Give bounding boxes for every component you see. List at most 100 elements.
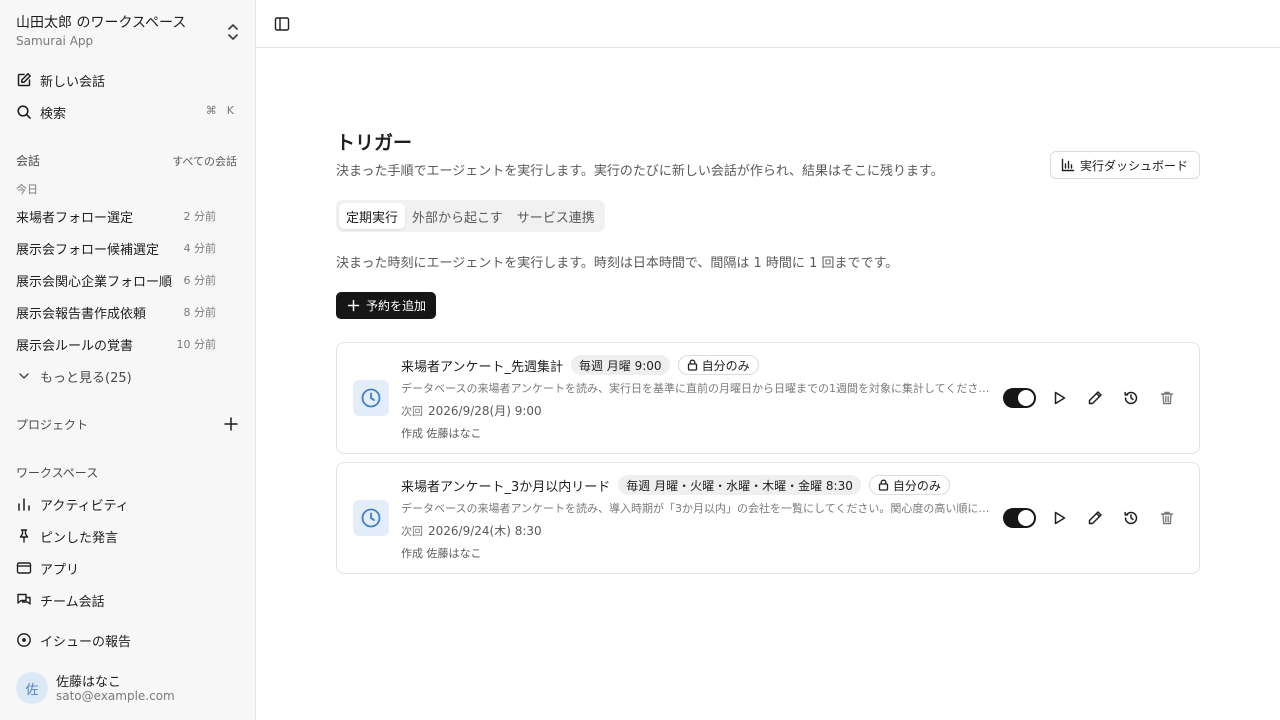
edit-button[interactable] <box>1085 388 1105 408</box>
chevron-down-icon <box>19 373 29 379</box>
conversation-age: 4 分前 <box>183 242 217 255</box>
visibility-label: 自分のみ <box>892 478 941 493</box>
conversation-age: 10 分前 <box>176 338 217 351</box>
conversation-title: 展示会報告書作成依頼 <box>16 307 147 322</box>
conversation-item[interactable]: 来場者フォロー選定 2 分前 <box>16 207 216 227</box>
trigger-name: 来場者アンケート_先週集計 <box>401 359 563 375</box>
next-run: 次回 2026/9/28(月) 9:00 <box>401 402 542 419</box>
trigger-owner: 作成 佐藤はなこ <box>401 547 482 560</box>
trigger-header: 来場者アンケート_先週集計 毎週 月曜 9:00 自分のみ <box>401 354 767 376</box>
avatar: 佐 <box>16 672 48 704</box>
add-schedule-label: 予約を追加 <box>366 299 427 313</box>
trash-icon <box>1160 511 1174 525</box>
run-now-button[interactable] <box>1049 388 1069 408</box>
tab-scheduled[interactable]: 定期実行 <box>339 203 406 229</box>
delete-button[interactable] <box>1157 388 1177 408</box>
sidebar-item-label: チーム会話 <box>40 594 105 610</box>
add-schedule-button[interactable]: 予約を追加 <box>336 292 437 319</box>
user-email: sato@example.com <box>56 689 175 703</box>
conversation-title: 展示会関心企業フォロー順 <box>16 275 172 290</box>
bar-chart-icon <box>16 496 32 512</box>
trigger-actions <box>1003 387 1177 409</box>
sidebar-item-team-chat[interactable]: チーム会話 <box>16 588 240 612</box>
trigger-card[interactable]: 来場者アンケート_3か月以内リード 毎週 月曜・火曜・水曜・木曜・金曜 8:30… <box>336 462 1200 574</box>
conversation-item[interactable]: 展示会ルールの覚書 10 分前 <box>16 335 216 355</box>
trigger-tabs: 定期実行 外部から起こす サービス連携 <box>336 200 605 232</box>
pin-icon <box>16 528 32 544</box>
show-more-label: もっと見る(25) <box>40 370 132 386</box>
today-group-label: 今日 <box>16 183 38 196</box>
page-description: 決まった手順でエージェントを実行します。実行のたびに新しい会話が作られ、結果はそ… <box>336 164 944 179</box>
sidebar-item-pinned[interactable]: ピンした発言 <box>16 524 240 548</box>
chevron-up-down-icon <box>228 24 238 40</box>
history-button[interactable] <box>1121 388 1141 408</box>
play-icon <box>1054 511 1066 525</box>
workspace-section-label: ワークスペース <box>16 466 99 480</box>
add-project-icon[interactable] <box>223 416 239 432</box>
enable-toggle[interactable] <box>1003 508 1036 528</box>
report-issue-button[interactable]: イシューの報告 <box>16 628 240 652</box>
run-now-button[interactable] <box>1049 508 1069 528</box>
issue-circle-icon <box>16 632 32 648</box>
trash-icon <box>1160 391 1174 405</box>
conversation-title: 来場者フォロー選定 <box>16 211 134 226</box>
sidebar-item-label: アプリ <box>40 562 80 578</box>
visibility-badge: 自分のみ <box>868 475 950 495</box>
clock-icon <box>353 380 389 416</box>
conversation-age: 6 分前 <box>183 274 217 287</box>
conversation-age: 2 分前 <box>183 210 217 223</box>
chat-bubbles-icon <box>16 592 32 608</box>
all-conversations-link[interactable]: すべての会話 <box>172 153 237 169</box>
history-button[interactable] <box>1121 508 1141 528</box>
tab-integrations[interactable]: サービス連携 <box>510 203 602 229</box>
visibility-badge: 自分のみ <box>677 355 759 375</box>
lock-icon <box>687 359 697 371</box>
sidebar-item-label: アクティビティ <box>40 498 129 514</box>
schedule-badge: 毎週 月曜 9:00 <box>570 355 670 375</box>
next-run-time: 2026/9/24(木) 8:30 <box>428 524 542 538</box>
run-dashboard-button[interactable]: 実行ダッシュボード <box>1049 151 1200 179</box>
play-icon <box>1054 391 1066 405</box>
next-run: 次回 2026/9/24(木) 8:30 <box>401 522 542 539</box>
edit-button[interactable] <box>1085 508 1105 528</box>
trigger-owner: 作成 佐藤はなこ <box>401 427 482 440</box>
delete-button[interactable] <box>1157 508 1177 528</box>
next-run-time: 2026/9/28(月) 9:00 <box>428 404 542 418</box>
enable-toggle[interactable] <box>1003 388 1036 408</box>
report-issue-label: イシューの報告 <box>40 634 132 650</box>
user-profile[interactable]: 佐 佐藤はなこ sato@example.com <box>16 670 240 706</box>
page-title: トリガー <box>336 132 413 154</box>
run-dashboard-label: 実行ダッシュボード <box>1079 158 1188 173</box>
trigger-actions <box>1003 507 1177 529</box>
trigger-card[interactable]: 来場者アンケート_先週集計 毎週 月曜 9:00 自分のみ データベースの来場者… <box>336 342 1200 454</box>
projects-section-label: プロジェクト <box>16 418 89 432</box>
search-button[interactable]: 検索 ⌘ K <box>16 100 240 124</box>
new-chat-button[interactable]: 新しい会話 <box>16 68 240 92</box>
app-window-icon <box>16 560 32 576</box>
sidebar-item-activity[interactable]: アクティビティ <box>16 492 240 516</box>
plus-icon <box>347 299 360 312</box>
visibility-label: 自分のみ <box>701 358 750 373</box>
conversation-item[interactable]: 展示会フォロー候補選定 4 分前 <box>16 239 216 259</box>
show-more-conversations[interactable]: もっと見る(25) <box>16 366 132 386</box>
pencil-icon <box>1088 511 1102 525</box>
toggle-knob <box>1018 510 1034 526</box>
conversation-item[interactable]: 展示会関心企業フォロー順 6 分前 <box>16 271 216 291</box>
conversation-title: 展示会ルールの覚書 <box>16 339 134 354</box>
conversations-section-label: 会話 <box>16 154 41 168</box>
conversation-item[interactable]: 展示会報告書作成依頼 8 分前 <box>16 303 216 323</box>
workspace-app-name: Samurai App <box>16 34 94 48</box>
trigger-description: データベースの来場者アンケートを読み、導入時期が「3か月以内」の会社を一覧にして… <box>401 502 990 515</box>
sidebar-item-apps[interactable]: アプリ <box>16 556 240 580</box>
conversation-age: 8 分前 <box>183 306 217 319</box>
next-run-label: 次回 <box>401 525 423 538</box>
history-icon <box>1124 511 1138 525</box>
workspace-name: 山田太郎 のワークスペース <box>16 15 187 31</box>
workspace-switcher[interactable]: 山田太郎 のワークスペース Samurai App <box>16 14 240 54</box>
compose-icon <box>16 72 32 88</box>
sidebar-toggle-icon[interactable] <box>274 16 290 32</box>
search-icon <box>16 104 32 120</box>
top-bar <box>256 0 1280 48</box>
toggle-knob <box>1018 390 1034 406</box>
tab-external[interactable]: 外部から起こす <box>405 203 510 229</box>
